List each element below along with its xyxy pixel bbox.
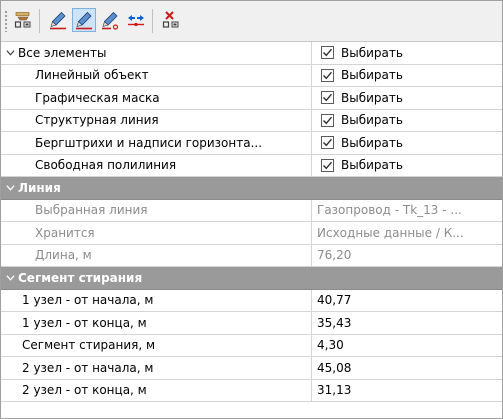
delete-node-icon — [162, 11, 179, 28]
property-label: Длина, м — [35, 248, 92, 263]
property-value: 76,20 — [317, 248, 352, 263]
toolbar-separator — [39, 9, 40, 33]
property-value: Исходные данные / К... — [317, 225, 464, 240]
property-row-node1-from-start[interactable]: 1 узел - от начала, м 40,77 — [1, 289, 502, 312]
select-layer-icon — [14, 12, 31, 28]
property-label: Сегмент стирания, м — [22, 338, 156, 353]
category-title: Линия — [18, 180, 61, 195]
property-value[interactable]: 31,13 — [317, 383, 351, 397]
filter-item-value: Выбирать — [341, 113, 403, 128]
property-label: Выбранная линия — [35, 203, 148, 218]
filter-item-checkbox[interactable] — [321, 91, 334, 105]
category-line-header[interactable]: Линия — [1, 177, 502, 200]
filter-item-label: Графическая маска — [35, 90, 160, 105]
filter-item-value: Выбирать — [341, 135, 403, 150]
filter-item-checkbox[interactable] — [321, 113, 334, 127]
filter-item-checkbox[interactable] — [321, 68, 334, 82]
property-label: 2 узел - от начала, м — [22, 360, 154, 375]
property-label: 2 узел - от конца, м — [22, 383, 147, 398]
filter-item-checkbox[interactable] — [321, 158, 334, 172]
property-label: 1 узел - от конца, м — [22, 315, 147, 330]
delete-node-button[interactable] — [159, 8, 183, 32]
property-row-length[interactable]: Длина, м 76,20 — [1, 244, 502, 267]
draw-line-button[interactable] — [46, 8, 70, 32]
pencil-icon — [50, 11, 66, 30]
filter-item-value: Выбирать — [341, 68, 403, 83]
property-label: 1 узел - от начала, м — [22, 293, 154, 308]
move-arrows-icon — [128, 15, 144, 27]
property-label: Хранится — [35, 225, 95, 240]
filter-item-structural-line[interactable]: Структурная линия Выбирать — [1, 109, 502, 132]
properties-panel: Все элементы Выбирать Линейный объект Вы… — [0, 0, 503, 419]
filter-item-bergstrokes[interactable]: Бергштрихи и надписи горизонта... Выбира… — [1, 132, 502, 155]
filter-all-checkbox[interactable] — [321, 46, 334, 60]
property-value[interactable]: 35,43 — [317, 316, 351, 330]
toolbar — [1, 1, 502, 42]
select-layer-button[interactable] — [11, 8, 35, 32]
property-grid: Все элементы Выбирать Линейный объект Вы… — [1, 42, 502, 402]
toolbar-grip[interactable] — [4, 10, 8, 32]
filter-item-label: Свободная полилиния — [35, 158, 177, 173]
move-nodes-button[interactable] — [124, 8, 148, 32]
property-row-stored[interactable]: Хранится Исходные данные / К... — [1, 222, 502, 245]
property-row-node2-from-start[interactable]: 2 узел - от начала, м 45,08 — [1, 357, 502, 380]
curve-edit-button[interactable] — [98, 8, 122, 32]
filter-item-value: Выбирать — [341, 158, 403, 173]
filter-item-checkbox[interactable] — [321, 136, 334, 150]
filter-item-label: Линейный объект — [35, 68, 149, 83]
category-erase-segment-header[interactable]: Сегмент стирания — [1, 267, 502, 290]
filter-item-label: Структурная линия — [35, 113, 159, 128]
filter-all-label: Все элементы — [18, 45, 107, 60]
chevron-down-icon[interactable] — [4, 182, 16, 194]
chevron-down-icon[interactable] — [4, 272, 16, 284]
property-row-node1-from-end[interactable]: 1 узел - от конца, м 35,43 — [1, 312, 502, 335]
property-value[interactable]: 45,08 — [317, 361, 351, 375]
property-row-node2-from-end[interactable]: 2 узел - от конца, м 31,13 — [1, 379, 502, 402]
property-value[interactable]: 40,77 — [317, 293, 351, 307]
toolbar-separator — [152, 9, 153, 33]
chevron-down-icon[interactable] — [4, 47, 16, 59]
filter-item-linear-object[interactable]: Линейный объект Выбирать — [1, 64, 502, 87]
category-title: Сегмент стирания — [18, 270, 143, 285]
filter-item-graphic-mask[interactable]: Графическая маска Выбирать — [1, 87, 502, 110]
filter-all-row[interactable]: Все элементы Выбирать — [1, 42, 502, 65]
filter-item-label: Бергштрихи и надписи горизонта... — [35, 135, 263, 150]
filter-item-free-polyline[interactable]: Свободная полилиния Выбирать — [1, 154, 502, 177]
edit-line-button[interactable] — [72, 8, 96, 32]
pencil-line-icon — [102, 11, 119, 30]
property-row-selected-line[interactable]: Выбранная линия Газопровод - Tk_13 - ... — [1, 199, 502, 222]
filter-all-value: Выбирать — [341, 45, 403, 60]
pencil-active-icon — [76, 11, 92, 30]
filter-item-value: Выбирать — [341, 90, 403, 105]
property-value[interactable]: 4,30 — [317, 338, 344, 352]
property-row-erase-segment[interactable]: Сегмент стирания, м 4,30 — [1, 334, 502, 357]
property-value: Газопровод - Tk_13 - ... — [317, 203, 462, 218]
